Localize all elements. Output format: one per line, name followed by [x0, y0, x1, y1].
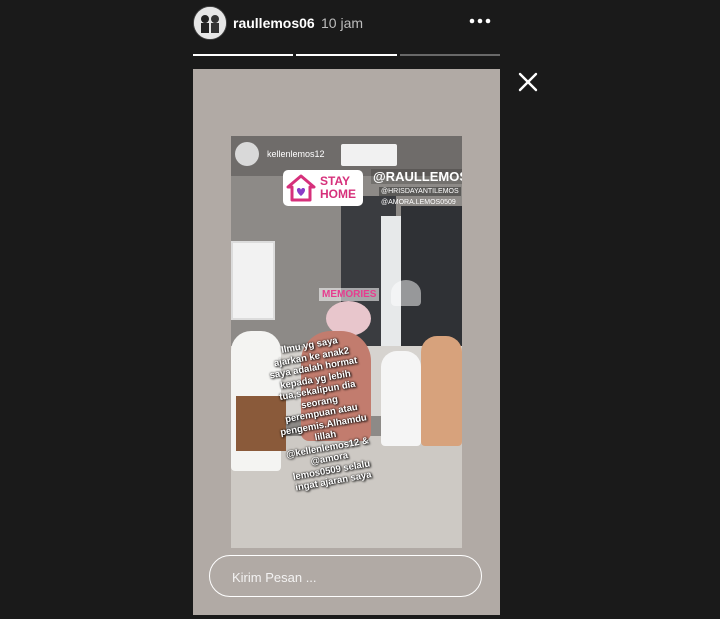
memories-sticker: MEMORIES [319, 288, 380, 301]
more-horizontal-icon[interactable] [468, 11, 492, 35]
post-time: 10 jam [321, 15, 364, 31]
progress-segment [399, 54, 500, 56]
stay-home-sticker[interactable]: STAY HOME [283, 170, 363, 206]
mosque-sticker [391, 280, 421, 306]
reshared-username: kellenlemos12 [267, 149, 325, 159]
progress-segment [296, 54, 397, 56]
avatar-image [194, 7, 226, 39]
photo-person [421, 336, 462, 446]
house-heart-icon [286, 174, 316, 202]
avatar[interactable] [193, 6, 227, 40]
photo-frame [231, 241, 275, 320]
story-header: raullemos06 10 jam [193, 6, 500, 42]
story-progress [193, 54, 500, 56]
photo-ac-unit [341, 144, 397, 166]
reply-field[interactable] [209, 555, 482, 598]
username[interactable]: raullemos06 [233, 15, 315, 31]
mention-main[interactable]: @RAULLEMOS06 [371, 169, 462, 184]
reshared-avatar [235, 142, 259, 166]
mention-secondary[interactable]: @HRISDAYANTILEMOS [379, 187, 461, 196]
story-viewer[interactable]: kellenlemos12 STAY HOME @RAULLEMOS06 @HR… [193, 69, 500, 615]
mention-tertiary[interactable]: @AMORA.LEMOS0509 [379, 198, 458, 207]
sticker-line2: HOME [320, 187, 356, 201]
reply-input[interactable] [230, 556, 464, 598]
progress-segment [193, 54, 294, 56]
close-icon[interactable] [516, 70, 540, 94]
story-caption: Ilmu yg saya ajarkan ke anak2 saya adala… [268, 335, 373, 494]
